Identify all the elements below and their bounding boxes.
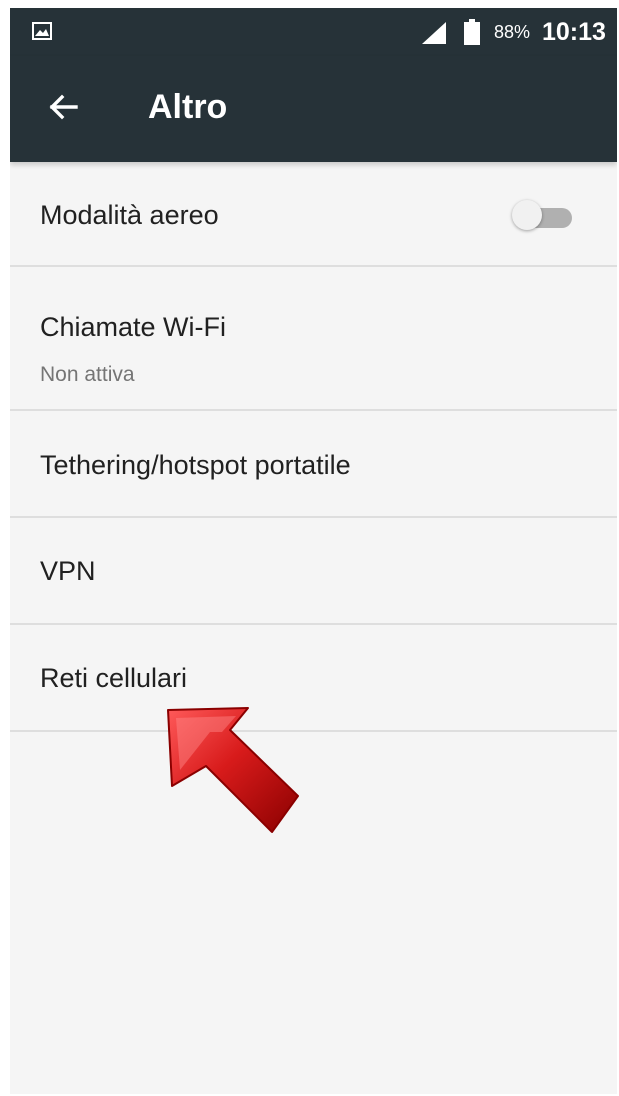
signal-icon [422, 22, 446, 44]
battery-icon [464, 19, 480, 45]
wifi-calling-label: Chiamate Wi-Fi [40, 312, 227, 342]
page-title: Altro [148, 88, 228, 126]
settings-list: Modalità aereo Chiamate Wi-Fi Non attiva… [10, 162, 617, 732]
app-bar: Altro [10, 56, 617, 162]
airplane-mode-item[interactable]: Modalità aereo [10, 162, 617, 267]
back-button[interactable] [36, 80, 90, 134]
airplane-mode-label: Modalità aereo [40, 200, 219, 230]
toggle-thumb [512, 200, 542, 230]
wifi-calling-status: Non attiva [40, 363, 135, 386]
tethering-hotspot-item[interactable]: Tethering/hotspot portatile [10, 411, 617, 518]
arrow-back-icon [49, 94, 78, 120]
status-time: 10:13 [542, 18, 606, 46]
battery-percent: 88% [494, 22, 531, 42]
vpn-label: VPN [40, 556, 96, 586]
vpn-item[interactable]: VPN [10, 518, 617, 625]
image-icon [32, 22, 52, 40]
red-arrow-icon [167, 707, 299, 833]
tethering-hotspot-label: Tethering/hotspot portatile [40, 450, 351, 480]
wifi-calling-item[interactable]: Chiamate Wi-Fi Non attiva [10, 267, 617, 411]
cellular-networks-label: Reti cellulari [40, 663, 188, 693]
status-bar: 88% 10:13 [10, 8, 617, 56]
phone-screen: 88% 10:13 Altro Modalità aereo Chiamate … [10, 8, 617, 1094]
airplane-mode-toggle[interactable] [512, 200, 576, 231]
